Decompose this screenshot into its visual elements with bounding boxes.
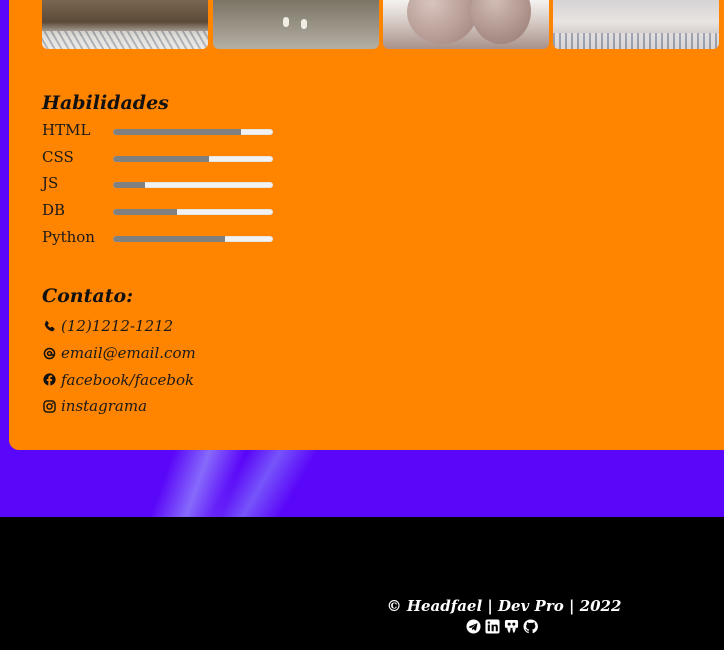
- skill-progress-fill: [113, 235, 225, 242]
- facebook-icon: [42, 373, 56, 387]
- skill-progress-bar: [113, 209, 273, 216]
- footer: © Headfael | Dev Pro | 2022: [0, 517, 724, 650]
- linkedin-icon[interactable]: [485, 619, 500, 634]
- skill-progress-bar: [113, 155, 273, 162]
- skill-progress-fill: [113, 129, 241, 135]
- contact-phone[interactable]: (12)1212-1212: [42, 313, 196, 340]
- github-icon[interactable]: [523, 619, 538, 634]
- instagram-icon: [42, 399, 56, 413]
- slideshare-icon[interactable]: [504, 619, 519, 634]
- skill-progress-fill: [113, 209, 177, 216]
- gallery-image-pig[interactable]: [553, 0, 719, 49]
- at-icon: [42, 346, 56, 360]
- contact-email-label: email@email.com: [61, 344, 196, 363]
- skill-progress-bar: [113, 182, 273, 189]
- skill-progress-bar: [113, 129, 273, 135]
- contact-instagram-label: instagrama: [61, 397, 148, 416]
- contact-facebook-label: facebook/facebok: [61, 370, 195, 389]
- skill-name: Python: [42, 227, 95, 246]
- skill-progress-bar: [113, 235, 273, 242]
- telegram-icon[interactable]: [466, 619, 481, 634]
- phone-icon: [42, 319, 56, 333]
- skill-name: JS: [42, 174, 59, 193]
- contact-instagram[interactable]: instagrama: [42, 393, 196, 420]
- contact-list: (12)1212-1212 email@email.com facebook/f…: [42, 313, 196, 420]
- gallery-image-eggs[interactable]: [383, 0, 549, 49]
- skill-progress-fill: [113, 155, 209, 162]
- contact-phone-label: (12)1212-1212: [61, 317, 174, 336]
- contact-heading: Contato:: [42, 285, 134, 307]
- footer-copyright: © Headfael | Dev Pro | 2022: [386, 597, 622, 615]
- gallery-image-bread[interactable]: [42, 0, 208, 49]
- gallery-image-sculpture[interactable]: [213, 0, 379, 49]
- footer-social-icons: [466, 619, 538, 634]
- contact-email[interactable]: email@email.com: [42, 340, 196, 367]
- skill-progress-fill: [113, 182, 145, 189]
- skill-name: DB: [42, 201, 66, 220]
- image-gallery: [42, 0, 724, 49]
- skills-heading: Habilidades: [42, 92, 169, 114]
- contact-facebook[interactable]: facebook/facebok: [42, 366, 196, 393]
- skill-name: CSS: [42, 147, 74, 166]
- skill-name: HTML: [42, 121, 91, 139]
